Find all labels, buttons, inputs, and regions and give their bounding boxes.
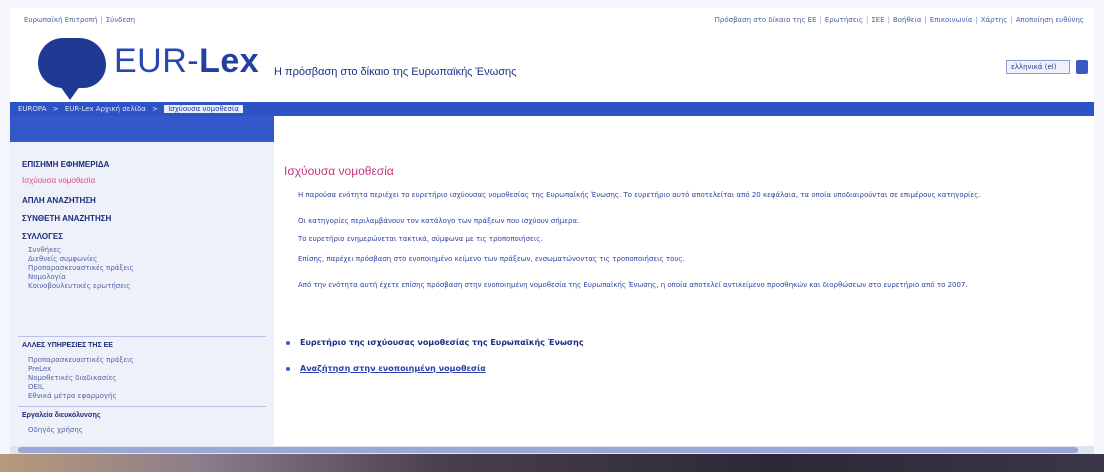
consolidated-search-link[interactable]: Αναζήτηση στην ενοποιημένη νομοθεσία xyxy=(286,364,486,373)
sidebar-section-other-services: ΑΛΛΕΣ ΥΠΗΡΕΣΙΕΣ ΤΗΣ ΕΕ xyxy=(22,342,113,349)
utility-link[interactable]: ΣΕΕ xyxy=(871,16,884,24)
site-logo[interactable]: EUR-Lex xyxy=(114,42,259,81)
logo-lex: Lex xyxy=(199,42,260,80)
utility-separator: | xyxy=(819,16,822,24)
sidebar-header-band xyxy=(10,116,274,142)
utility-left: Ευρωπαϊκή Επιτροπή | Σύνδεση xyxy=(24,16,135,24)
sidebar-item-advanced-search[interactable]: ΣΥΝΘΕΤΗ ΑΝΑΖΗΤΗΣΗ xyxy=(22,214,111,223)
sidebar-other-item[interactable]: Προπαρασκευαστικές πράξεις xyxy=(28,356,134,364)
sidebar-collection-preparatory[interactable]: Προπαρασκευαστικές πράξεις xyxy=(28,264,134,272)
access-paragraph: Επίσης, παρέχει πρόσβαση στο ενοποιημένο… xyxy=(298,255,685,263)
breadcrumb-home[interactable]: EUR-Lex Αρχική σελίδα xyxy=(65,105,150,113)
utility-bar: Ευρωπαϊκή Επιτροπή | Σύνδεση Πρόσβαση στο … xyxy=(24,14,1084,28)
sidebar-collection-agreements[interactable]: Διεθνείς συμφωνίες xyxy=(28,255,97,263)
sidebar-other-item[interactable]: Νομοθετικές διαδικασίες xyxy=(28,374,117,382)
sidebar-collection-questions[interactable]: Κοινοβουλευτικές ερωτήσεις xyxy=(28,282,130,290)
utility-link[interactable]: Επικοινωνία xyxy=(930,16,972,24)
directory-link-label[interactable]: Ευρετήριο της ισχύουσας νομοθεσίας της Ε… xyxy=(300,338,584,347)
sidebar-collection-treaties[interactable]: Συνθήκες xyxy=(28,246,61,254)
bullet-icon xyxy=(286,366,290,371)
sidebar-divider xyxy=(18,406,266,407)
utility-link[interactable]: Αποποίηση ευθύνης xyxy=(1016,16,1084,24)
sidebar: ΕΠΙΣΗΜΗ ΕΦΗΜΕΡΙΔΑ Ισχύουσα νομοθεσία ΑΠΛ… xyxy=(10,116,274,454)
utility-link[interactable]: Ερωτήσεις xyxy=(825,16,863,24)
scrollbar-thumb[interactable] xyxy=(18,447,1078,453)
updates-paragraph: Το ευρετήριο ενημερώνεται τακτικά, σύμφω… xyxy=(298,235,543,243)
categories-paragraph: Οι κατηγορίες περιλαμβάνουν τον κατάλογο… xyxy=(298,217,580,225)
breadcrumb: EUROPA > EUR-Lex Αρχική σελίδα > Ισχύουσ… xyxy=(10,102,1094,116)
utility-separator: | xyxy=(100,16,103,24)
language-select[interactable]: ελληνικά (el) xyxy=(1006,60,1070,74)
sidebar-tools-item[interactable]: Οδηγός χρήσης xyxy=(28,426,83,434)
eurlex-logo-icon[interactable] xyxy=(38,38,106,100)
sidebar-other-item[interactable]: PreLex xyxy=(28,365,51,373)
breadcrumb-current: Ισχύουσα νομοθεσία xyxy=(164,105,243,113)
utility-separator: | xyxy=(924,16,927,24)
taskbar-strip xyxy=(0,454,1104,472)
site-tagline: Η πρόσβαση στο δίκαιο της Ευρωπαϊκής Ένω… xyxy=(274,66,517,78)
directory-link[interactable]: Ευρετήριο της ισχύουσας νομοθεσίας της Ε… xyxy=(286,338,584,347)
utility-link[interactable]: Ευρωπαϊκή Επιτροπή xyxy=(24,16,97,24)
page: Ευρωπαϊκή Επιτροπή | Σύνδεση Πρόσβαση στο … xyxy=(10,8,1094,454)
consolidated-paragraph: Από την ενότητα αυτή έχετε επίσης πρόσβα… xyxy=(298,281,968,289)
sidebar-item-legislation-in-force[interactable]: Ισχύουσα νομοθεσία xyxy=(22,176,95,185)
breadcrumb-sep: > xyxy=(52,105,59,113)
breadcrumb-sep: > xyxy=(152,105,158,113)
sidebar-collection-case-law[interactable]: Νομολογία xyxy=(28,273,66,281)
sidebar-item-collections[interactable]: ΣΥΛΛΟΓΕΣ xyxy=(22,232,63,241)
sidebar-section-tools: Εργαλεία διευκόλυνσης xyxy=(22,412,101,419)
bullet-icon xyxy=(286,340,290,345)
main-content: Ισχύουσα νομοθεσία Η παρούσα ενότητα περ… xyxy=(274,116,1094,454)
language-go-button[interactable] xyxy=(1076,60,1088,74)
sidebar-other-item[interactable]: Εθνικά μέτρα εφαρμογής xyxy=(28,392,117,400)
utility-separator: | xyxy=(887,16,890,24)
utility-separator: | xyxy=(1010,16,1013,24)
intro-paragraph: Η παρούσα ενότητα περιέχει το ευρετήριο … xyxy=(298,191,981,199)
horizontal-scrollbar[interactable] xyxy=(10,446,1094,454)
sidebar-item-official-journal[interactable]: ΕΠΙΣΗΜΗ ΕΦΗΜΕΡΙΔΑ xyxy=(22,160,109,169)
sidebar-divider xyxy=(18,336,266,337)
breadcrumb-europa[interactable]: EUROPA xyxy=(18,105,50,113)
utility-link[interactable]: Πρόσβαση στο δίκαιο της ΕΕ xyxy=(715,16,817,24)
logo-eur: EUR- xyxy=(114,42,200,80)
consolidated-search-link-label[interactable]: Αναζήτηση στην ενοποιημένη νομοθεσία xyxy=(300,364,486,373)
utility-link[interactable]: Χάρτης xyxy=(981,16,1008,24)
utility-link[interactable]: Σύνδεση xyxy=(106,16,135,24)
utility-link[interactable]: Βοήθεια xyxy=(893,16,922,24)
utility-right: Πρόσβαση στο δίκαιο της ΕΕ | Ερωτήσεις | ΣΕΕ… xyxy=(715,16,1084,24)
page-title: Ισχύουσα νομοθεσία xyxy=(284,164,394,178)
sidebar-item-simple-search[interactable]: ΑΠΛΗ ΑΝΑΖΗΤΗΣΗ xyxy=(22,196,96,205)
sidebar-other-item[interactable]: OEIL xyxy=(28,383,44,391)
utility-separator: | xyxy=(975,16,978,24)
